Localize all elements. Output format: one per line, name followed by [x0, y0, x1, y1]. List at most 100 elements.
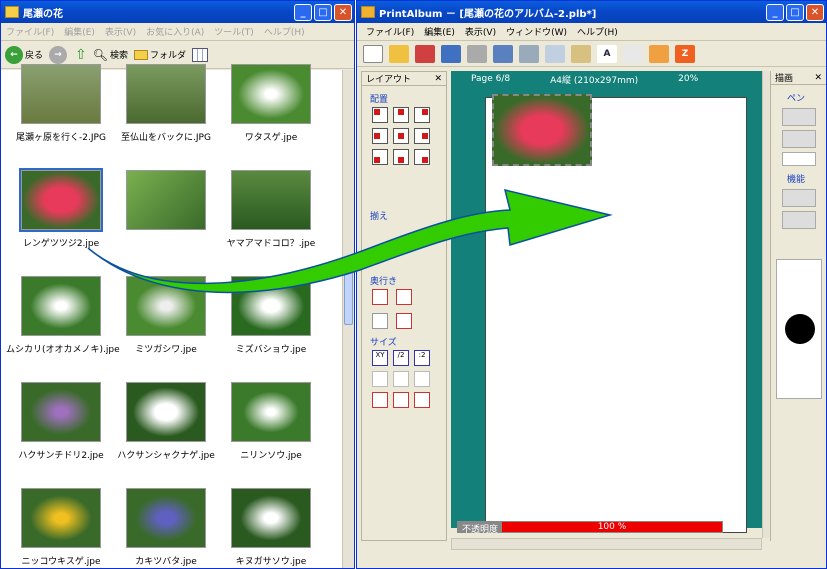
opacity-slider[interactable]: 不透明度 100 %: [457, 521, 723, 535]
file-item[interactable]: ニッコウキスゲ.jpe: [6, 488, 116, 567]
align-bottom-right-button[interactable]: [414, 149, 430, 165]
menu-tools[interactable]: ツール(T): [209, 25, 259, 38]
send-to-back-button[interactable]: [396, 313, 412, 329]
bring-to-front-button[interactable]: [396, 289, 412, 305]
file-item[interactable]: 尾瀬ヶ原を行く-2.JPG: [6, 64, 116, 143]
close-icon[interactable]: ✕: [434, 74, 442, 84]
file-item[interactable]: ミズバショウ.jpe: [216, 276, 326, 355]
explorer-vertical-scrollbar[interactable]: [342, 70, 354, 568]
menu-window[interactable]: ウィンドウ(W): [501, 25, 572, 38]
text-tool-icon[interactable]: A: [597, 44, 617, 63]
align-top-right-button[interactable]: [414, 107, 430, 123]
align-bottom-left-button[interactable]: [372, 149, 388, 165]
views-button[interactable]: [192, 47, 209, 62]
section-size: サイズ: [370, 338, 397, 348]
file-item[interactable]: 至仏山をバックに.JPG: [111, 64, 221, 143]
align-bottom-center-button[interactable]: [393, 149, 409, 165]
up-button[interactable]: ⇧: [75, 47, 87, 63]
copy-icon[interactable]: [545, 44, 565, 63]
size-fit-button[interactable]: [372, 371, 388, 387]
file-thumbnail-view: 尾瀬ヶ原を行く-2.JPG 至仏山をバックに.JPG ワタスゲ.jpe レンゲツ…: [1, 64, 342, 568]
menu-help[interactable]: ヘルプ(H): [572, 25, 623, 38]
file-item[interactable]: ハクサンシャクナゲ.jpe: [111, 382, 221, 461]
minimize-button[interactable]: _: [294, 3, 312, 21]
file-item[interactable]: キヌガサソウ.jpe: [216, 488, 326, 567]
size-expand-button[interactable]: [372, 392, 388, 408]
file-thumbnail: [126, 64, 206, 124]
layout-panel-header: レイアウト ✕: [362, 72, 446, 86]
new-file-icon[interactable]: [363, 44, 383, 63]
file-item[interactable]: ヤマアマドコロ？.jpe: [216, 170, 326, 249]
maximize-button[interactable]: □: [314, 3, 332, 21]
file-item[interactable]: ムシカリ(オオカメノキ).jpe: [6, 276, 120, 355]
open-folder-icon[interactable]: [389, 44, 409, 63]
align-top-center-button[interactable]: [393, 107, 409, 123]
placed-photo[interactable]: [492, 94, 592, 166]
explorer-titlebar: 尾瀬の花 _ □ ✕: [1, 1, 354, 23]
align-center-button[interactable]: [393, 128, 409, 144]
up-folder-icon: ⇧: [75, 46, 87, 63]
back-button[interactable]: ← 戻る: [5, 45, 43, 64]
size-third-button[interactable]: :2: [414, 350, 430, 366]
file-item[interactable]: カキツバタ.jpe: [111, 488, 221, 567]
size-height-button[interactable]: [414, 371, 430, 387]
menu-view[interactable]: 表示(V): [100, 25, 141, 38]
menu-favorites[interactable]: お気に入り(A): [141, 25, 209, 38]
menu-file[interactable]: ファイル(F): [1, 25, 59, 38]
paper-size: A4縦 (210x297mm): [550, 75, 639, 86]
align-top-left-button[interactable]: [372, 107, 388, 123]
size-half-button[interactable]: /2: [393, 350, 409, 366]
folders-button[interactable]: フォルダ: [134, 48, 186, 61]
album-page[interactable]: [485, 94, 747, 533]
align-middle-right-button[interactable]: [414, 128, 430, 144]
scrollbar-thumb[interactable]: [344, 270, 353, 325]
explorer-window: 尾瀬の花 _ □ ✕ ファイル(F) 編集(E) 表示(V) お気に入り(A) …: [0, 0, 355, 569]
close-button[interactable]: ✕: [334, 3, 352, 21]
file-name: ムシカリ(オオカメノキ).jpe: [6, 345, 120, 355]
file-item[interactable]: [111, 170, 221, 236]
size-width-button[interactable]: [393, 371, 409, 387]
file-item[interactable]: ニリンソウ.jpe: [216, 382, 326, 461]
printalbum-menubar: ファイル(F) 編集(E) 表示(V) ウィンドウ(W) ヘルプ(H): [357, 23, 826, 41]
file-item[interactable]: ワタスゲ.jpe: [216, 64, 326, 143]
bring-forward-button[interactable]: [372, 289, 388, 305]
section-function: 機能: [787, 175, 806, 185]
file-name: ハクサンチドリ2.jpe: [18, 451, 104, 461]
paste-icon[interactable]: [571, 44, 591, 63]
pen-tool-icon[interactable]: [623, 44, 643, 63]
file-thumbnail: [231, 276, 311, 336]
align-middle-left-button[interactable]: [372, 128, 388, 144]
close-icon[interactable]: ✕: [814, 73, 822, 83]
import-icon[interactable]: [415, 44, 435, 63]
save-icon[interactable]: [441, 44, 461, 63]
lasso-tool-button[interactable]: [781, 211, 816, 229]
minimize-button[interactable]: _: [766, 3, 784, 21]
zoom-icon[interactable]: [649, 44, 669, 63]
maximize-button[interactable]: □: [786, 3, 804, 21]
print-icon[interactable]: [467, 44, 487, 63]
undo-icon[interactable]: [493, 44, 513, 63]
file-item[interactable]: ハクサンチドリ2.jpe: [6, 382, 116, 461]
pen-tool-button[interactable]: [781, 108, 816, 126]
eraser-tool-button[interactable]: [781, 189, 816, 207]
z-order-icon[interactable]: Z: [675, 44, 695, 63]
line-tool-button[interactable]: [781, 130, 816, 148]
menu-help[interactable]: ヘルプ(H): [259, 25, 310, 38]
shape-tool-button[interactable]: [781, 152, 816, 166]
file-item-selected[interactable]: レンゲツツジ2.jpe: [6, 168, 116, 249]
menu-edit[interactable]: 編集(E): [419, 25, 460, 38]
file-thumbnail: [231, 170, 311, 230]
search-button[interactable]: 🔍︎ 検索: [93, 48, 128, 62]
size-horizontal-button[interactable]: [414, 392, 430, 408]
redo-icon[interactable]: [519, 44, 539, 63]
canvas-horizontal-scrollbar[interactable]: [451, 538, 762, 550]
send-backward-button[interactable]: [372, 313, 388, 329]
file-item[interactable]: ミツガシワ.jpe: [111, 276, 221, 355]
size-vertical-button[interactable]: [393, 392, 409, 408]
menu-file[interactable]: ファイル(F): [361, 25, 419, 38]
menu-view[interactable]: 表示(V): [460, 25, 501, 38]
forward-button[interactable]: →: [49, 45, 69, 64]
size-xy-button[interactable]: XY: [372, 350, 388, 366]
menu-edit[interactable]: 編集(E): [59, 25, 100, 38]
close-button[interactable]: ✕: [806, 3, 824, 21]
